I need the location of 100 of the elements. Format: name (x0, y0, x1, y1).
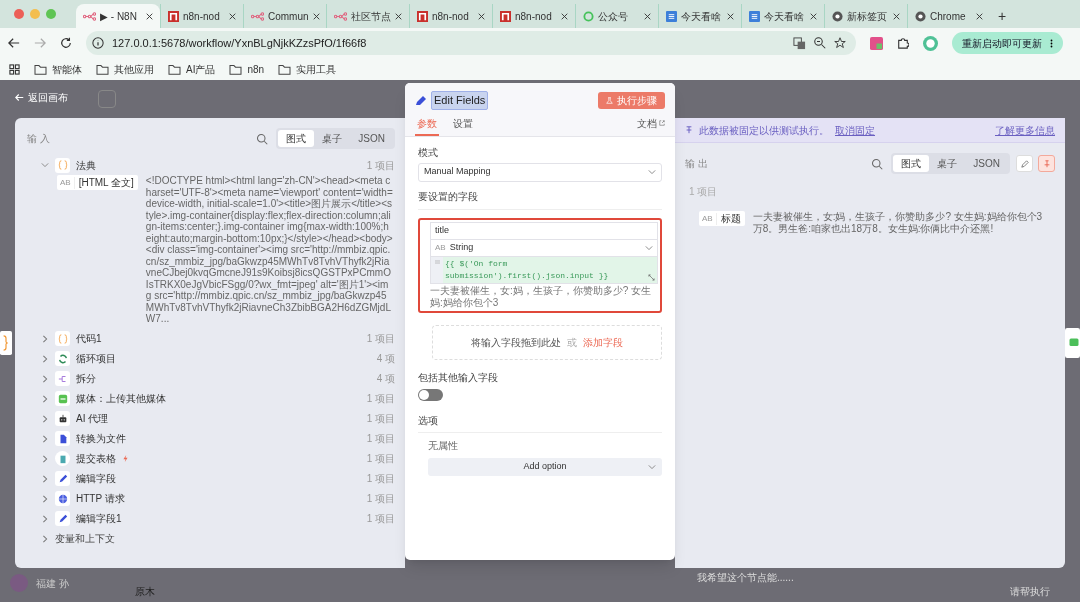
chevron-icon[interactable] (41, 474, 49, 483)
site-icon (749, 10, 760, 22)
view-tab[interactable]: JSON (350, 130, 393, 147)
close-icon[interactable] (146, 12, 153, 20)
bookmark-folder[interactable]: 实用工具 (278, 61, 337, 77)
bookmark-folder[interactable]: 智能体 (34, 61, 82, 77)
address-bar[interactable]: 127.0.0.1:5678/workflow/YxnBLgNjkKZzsPfO/1f66f8 (86, 31, 856, 55)
close-icon[interactable] (644, 12, 651, 20)
reload-icon[interactable] (60, 37, 72, 49)
extension-icon[interactable] (870, 36, 883, 50)
tab-title: 公众号 (598, 9, 629, 24)
puzzle-icon[interactable] (897, 37, 909, 49)
robot-icon (57, 413, 68, 424)
chevron-icon[interactable] (41, 334, 49, 343)
add-option-button[interactable]: Add option (428, 457, 662, 476)
external-link-icon (659, 120, 665, 126)
learn-more-link[interactable]: 了解更多信息 (995, 122, 1055, 138)
node-name-input[interactable]: Edit Fields (431, 91, 489, 110)
pencil-icon (415, 94, 427, 107)
editor-tab[interactable]: 设置 (451, 115, 475, 136)
back-icon[interactable] (8, 37, 20, 49)
mode-select[interactable]: Manual Mapping (418, 162, 662, 182)
close-icon[interactable] (229, 12, 236, 20)
bookmark-label: 智能体 (52, 62, 82, 77)
or-text: 或 (567, 335, 577, 350)
view-tab[interactable]: 桌子 (929, 155, 966, 172)
bookmark-folder[interactable]: AI产品 (168, 61, 216, 77)
browser-icon (915, 10, 926, 22)
forward-icon[interactable] (34, 37, 46, 49)
tab-title: n8n-nod (183, 9, 221, 24)
docs-link[interactable]: 文档 (637, 115, 665, 136)
bookmark-label: 其他应用 (114, 62, 154, 77)
bookmark-folder[interactable]: n8n (229, 61, 265, 77)
translate-icon[interactable] (793, 36, 806, 50)
bookmark-folder[interactable]: 其他应用 (96, 61, 154, 77)
close-icon[interactable] (810, 12, 817, 20)
close-icon[interactable] (478, 12, 485, 20)
view-tab[interactable]: 桌子 (314, 130, 351, 147)
nodes-icon (83, 11, 96, 21)
zoom-icon[interactable] (814, 37, 826, 49)
pencil-icon (57, 513, 68, 524)
node-name: 转换为文件 (76, 432, 126, 446)
chevron-icon[interactable] (41, 394, 49, 403)
more-icon[interactable] (1050, 37, 1053, 49)
update-button[interactable]: 重新启动即可更新 (952, 32, 1063, 54)
type-select[interactable]: AB String (430, 238, 658, 256)
close-icon[interactable] (395, 12, 402, 20)
name-field[interactable]: title (430, 221, 658, 239)
node-name: AI 代理 (76, 412, 109, 426)
view-tab[interactable]: 图式 (893, 155, 930, 172)
profile-icon[interactable] (923, 35, 938, 51)
tab-title: n8n-nod (515, 9, 553, 24)
add-node-button[interactable] (98, 90, 116, 108)
section-label: 选项 (418, 412, 662, 433)
view-tab[interactable]: 图式 (278, 130, 315, 147)
back-link[interactable]: 返回画布 (15, 90, 68, 105)
tab-title: 今天看啥 (681, 9, 722, 24)
chevron-icon[interactable] (41, 374, 49, 383)
close-icon[interactable] (561, 12, 568, 20)
info-icon[interactable] (92, 37, 104, 49)
drop-hint: 将输入字段拖到此处 (471, 335, 561, 350)
folder-icon (96, 63, 109, 75)
item-count: 1 项目 (366, 472, 395, 486)
chevron-icon[interactable] (41, 434, 49, 443)
chevron-icon[interactable] (41, 534, 49, 543)
toggle-switch[interactable] (418, 388, 443, 401)
field-label: 包括其他输入字段 (418, 370, 499, 385)
chevron-icon[interactable] (41, 454, 49, 463)
item-count: 1 项目 (366, 512, 395, 526)
back-arrow-icon (15, 93, 24, 102)
site-icon (500, 10, 511, 22)
nodes-icon (334, 11, 347, 21)
search-icon[interactable] (256, 132, 269, 145)
panel-title: 输 入 (27, 132, 51, 146)
field-value: <!DOCTYPE html><html lang='zh-CN'><head><meta charset='UTF-8'><meta name='viewport' content='width=device-width, initial-scale=1.0'><title>图片展示</title><style>.img-container{display:flex;flex-direction:column;align-items:center;}.img-container img{max-width:100%;height:auto;margin-bottom:10px;}</style></head><body><div class='img-container'><img src='http://mmbiz.qpic.cn/sz_mmbiz_jpg/baGkwzp45MWhTv8TvhVThyfk2jRiavneCJbej0kvqGmcneJ91s9Koibsj8icsQGSTPxPCmmOIsTRKX0eJgVbicFSgg/0?wx_fmt=jpeg' alt='图片1'><img src='http://mmbiz.qpic.cn/sz_mmbiz_jpg/baGkwzp45MWhTv8TvhVThyfk2jRiavneCh3ZbibBGA2H6dZGMjdLW7... (145, 175, 393, 325)
expand-icon[interactable] (648, 273, 655, 281)
folder-icon (229, 63, 243, 75)
tab-title: Chrome (930, 9, 967, 24)
view-tab[interactable]: JSON (965, 155, 1008, 172)
media-icon (57, 393, 68, 404)
tab-title: Commun (268, 9, 309, 24)
browser-tab[interactable]: ▶ - N8N (76, 4, 160, 28)
new-tab-button[interactable]: + (990, 4, 1015, 28)
apps-icon[interactable] (9, 63, 20, 75)
unpin-link[interactable]: 取消固定 (835, 122, 875, 138)
close-icon[interactable] (893, 12, 900, 20)
star-icon[interactable] (834, 37, 846, 49)
field-key: [HTML 全文] (74, 175, 138, 190)
chevron-icon[interactable] (41, 494, 49, 503)
close-icon[interactable] (312, 12, 320, 20)
close-icon[interactable] (727, 12, 734, 20)
chevron-icon[interactable] (41, 414, 49, 423)
user-name: 福建 孙 (36, 576, 69, 591)
chevron-icon[interactable] (41, 514, 49, 523)
chevron-icon[interactable] (41, 354, 49, 363)
search-icon[interactable] (871, 157, 884, 170)
field-label: 模式 (418, 145, 439, 160)
edit-button[interactable] (1016, 155, 1033, 172)
tab-title: 今天看啥 (764, 9, 805, 24)
close-icon[interactable] (976, 12, 983, 20)
